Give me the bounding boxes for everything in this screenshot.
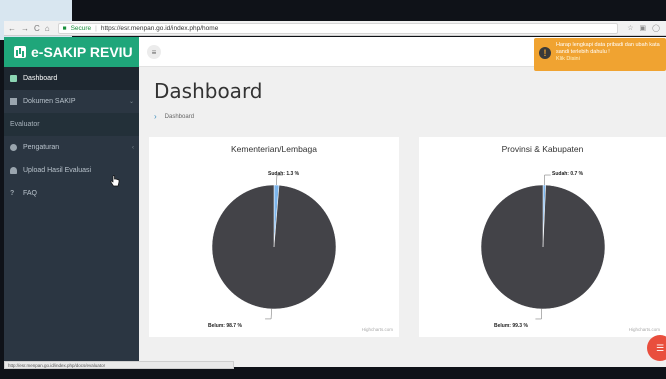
pie-chart-svg: [211, 174, 337, 320]
main-content: Dashboard › Dashboard Kementerian/Lembag…: [139, 67, 666, 367]
browser-toolbar: ← → C ⌂ ■ Secure | https://esr.menpan.go…: [4, 21, 666, 36]
sidebar-item-label: Dokumen SAKIP: [23, 98, 76, 105]
address-bar[interactable]: ■ Secure | https://esr.menpan.go.id/inde…: [57, 22, 618, 34]
document-icon: [10, 98, 17, 105]
screen-frame: ← → C ⌂ ■ Secure | https://esr.menpan.go…: [0, 0, 666, 379]
pie-label-sudah: Sudah: 0.7 %: [552, 171, 584, 177]
sidebar-subitem-evaluator[interactable]: Evaluator: [4, 113, 139, 136]
app-window: e-SAKIP REVIU ≡ Dashboard Dokumen SAKIP …: [4, 37, 666, 367]
page-title: Dashboard: [154, 79, 263, 103]
pie-connector-line: [544, 174, 551, 186]
chart-credit[interactable]: Highcharts.com: [362, 327, 393, 332]
user-icon: [10, 167, 17, 174]
home-icon[interactable]: ⌂: [45, 24, 50, 33]
gear-icon: [10, 144, 17, 151]
pie-label-belum: Belum: 99.3 %: [494, 323, 528, 329]
back-icon[interactable]: ←: [8, 24, 16, 33]
brand-name: e-SAKIP REVIU: [31, 44, 133, 60]
notification-toast[interactable]: ! Harap lengkapi data pribadi dan ubah k…: [534, 38, 666, 71]
toast-link[interactable]: Klik Disini: [556, 56, 662, 63]
url-separator: |: [95, 24, 97, 32]
browser-actions: ☆ ▣ ◯: [627, 24, 666, 32]
sidebar-item-label: Pengaturan: [23, 144, 60, 151]
pie-connector-line: [265, 308, 272, 320]
chart-card-provinsi: Provinsi & Kabupaten Sudah: 0.7 % Belum:…: [419, 137, 666, 337]
pie-connector-line: [535, 308, 542, 320]
chevron-left-icon: ‹: [132, 144, 134, 151]
sidebar-item-pengaturan[interactable]: Pengaturan ‹: [4, 136, 139, 159]
star-icon[interactable]: ☆: [627, 24, 633, 32]
sidebar-item-dokumen-sakip[interactable]: Dokumen SAKIP ⌄: [4, 90, 139, 113]
chart-credit[interactable]: Highcharts.com: [629, 327, 660, 332]
url-text: https://esr.menpan.go.id/index.php/home: [100, 24, 219, 32]
hand-cursor-icon: [110, 175, 120, 187]
pie-slice-belum[interactable]: [211, 184, 337, 310]
secure-label: Secure: [70, 24, 92, 32]
browser-status-bar: http://esr.menpan.go.id/index.php/docs/e…: [4, 361, 234, 369]
lock-icon: ■: [62, 24, 67, 32]
chart-card-kementerian: Kementerian/Lembaga Sudah: 1.3 % Belum: …: [149, 137, 399, 337]
brand[interactable]: e-SAKIP REVIU: [4, 37, 139, 67]
forward-icon[interactable]: →: [21, 24, 29, 33]
toast-message: Harap lengkapi data pribadi dan ubah kat…: [556, 42, 660, 56]
pie-label-belum: Belum: 98.7 %: [208, 323, 242, 329]
sidebar: Dashboard Dokumen SAKIP ⌄ Evaluator Peng…: [4, 67, 139, 367]
browser-nav: ← → C ⌂: [4, 24, 50, 33]
sidebar-item-label: Evaluator: [10, 121, 40, 128]
sidebar-item-dashboard[interactable]: Dashboard: [4, 67, 139, 90]
reload-icon[interactable]: C: [34, 24, 40, 33]
extension-icon[interactable]: ▣: [640, 24, 647, 32]
sidebar-item-label: FAQ: [23, 190, 38, 197]
pie-chart-svg: [480, 174, 606, 320]
breadcrumb-item[interactable]: Dashboard: [165, 114, 194, 120]
floating-action-button[interactable]: ☰: [647, 335, 666, 361]
chevron-down-icon: ⌄: [128, 99, 134, 105]
sidebar-item-label: Dashboard: [23, 75, 58, 82]
breadcrumb: › Dashboard: [154, 112, 194, 121]
warning-icon: !: [539, 47, 551, 59]
sidebar-item-label: Upload Hasil Evaluasi: [23, 167, 92, 174]
chart-logo-icon: [14, 46, 26, 58]
pie-slice-belum[interactable]: [480, 184, 606, 310]
menu-toggle-icon[interactable]: ≡: [147, 45, 161, 59]
chevron-right-icon: ›: [154, 112, 157, 121]
pie-label-sudah: Sudah: 1.3 %: [268, 171, 300, 177]
dashboard-icon: [10, 75, 17, 82]
question-icon: ?: [10, 190, 15, 197]
shield-icon[interactable]: ◯: [652, 24, 660, 32]
